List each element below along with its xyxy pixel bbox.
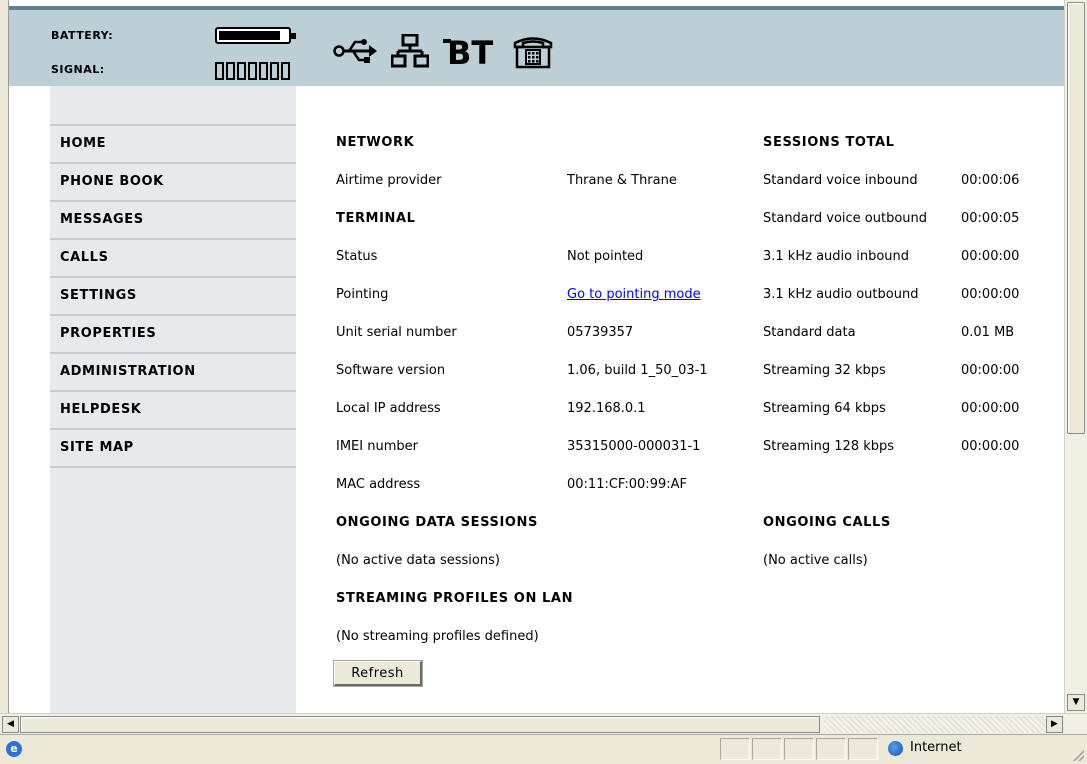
main-nav: HOME PHONE BOOK MESSAGES CALLS SETTINGS … xyxy=(50,124,296,468)
usb-icon xyxy=(333,31,377,71)
local-ip-label: Local IP address xyxy=(336,401,441,416)
horizontal-scroll-track[interactable] xyxy=(824,716,1064,733)
signal-label: SIGNAL: xyxy=(51,63,105,76)
ongoing-data-text: (No active data sessions) xyxy=(336,553,500,568)
serial-number-label: Unit serial number xyxy=(336,325,457,340)
airtime-provider-label: Airtime provider xyxy=(336,173,442,188)
status-pane xyxy=(752,738,782,760)
signal-bar xyxy=(259,62,268,80)
session-label: Streaming 64 kbps xyxy=(763,401,886,416)
session-value: 00:00:00 xyxy=(961,363,1020,378)
connection-icons: BT xyxy=(333,29,553,73)
scroll-left-button[interactable]: ◀ xyxy=(2,716,19,733)
streaming-profiles-text: (No streaming profiles defined) xyxy=(336,629,539,644)
streaming-profiles-heading: STREAMING PROFILES ON LAN xyxy=(336,591,574,606)
window-left-edge xyxy=(0,0,9,713)
bluetooth-text: BT xyxy=(447,34,493,68)
session-value: 00:00:00 xyxy=(961,439,1020,454)
nav-item-phone-book[interactable]: PHONE BOOK xyxy=(50,162,296,200)
mac-address-label: MAC address xyxy=(336,477,421,492)
refresh-button[interactable]: Refresh xyxy=(333,660,423,687)
nav-item-messages[interactable]: MESSAGES xyxy=(50,200,296,238)
sessions-total-heading: SESSIONS TOTAL xyxy=(763,135,895,150)
browser-status-bar: e Internet xyxy=(0,734,1087,764)
nav-item-settings[interactable]: SETTINGS xyxy=(50,276,296,314)
mac-address-value: 00:11:CF:00:99:AF xyxy=(567,477,687,492)
pointing-mode-link[interactable]: Go to pointing mode xyxy=(567,287,701,302)
nav-item-site-map[interactable]: SITE MAP xyxy=(50,428,296,466)
vertical-scrollbar[interactable]: ▼ xyxy=(1064,0,1087,713)
signal-bar xyxy=(248,62,257,80)
scroll-down-button[interactable]: ▼ xyxy=(1067,694,1085,711)
serial-number-value: 05739357 xyxy=(567,325,634,340)
phone-icon xyxy=(513,31,553,71)
scroll-right-button[interactable]: ▶ xyxy=(1046,716,1063,733)
session-label: 3.1 kHz audio outbound xyxy=(763,287,919,302)
bluetooth-icon: BT xyxy=(443,31,499,71)
resize-grip-icon[interactable] xyxy=(1070,747,1084,761)
ongoing-calls-heading: ONGOING CALLS xyxy=(763,515,891,530)
nav-item-helpdesk[interactable]: HELPDESK xyxy=(50,390,296,428)
main-content: NETWORK Airtime provider Thrane & Thrane… xyxy=(296,86,1064,713)
zone-label: Internet xyxy=(910,740,962,755)
session-label: Streaming 32 kbps xyxy=(763,363,886,378)
battery-fill xyxy=(219,31,280,40)
lan-icon xyxy=(391,31,429,71)
status-pane xyxy=(848,738,878,760)
status-pane xyxy=(784,738,814,760)
session-label: Standard voice outbound xyxy=(763,211,928,226)
session-label: Streaming 128 kbps xyxy=(763,439,895,454)
session-label: Standard data xyxy=(763,325,856,340)
battery-terminal xyxy=(291,33,296,39)
vertical-scroll-thumb[interactable] xyxy=(1067,2,1085,434)
internet-zone-icon xyxy=(888,741,903,756)
session-label: Standard voice inbound xyxy=(763,173,918,188)
horizontal-scroll-thumb[interactable] xyxy=(20,716,820,733)
ie-page-icon: e xyxy=(6,741,22,757)
session-label: 3.1 kHz audio inbound xyxy=(763,249,910,264)
nav-divider xyxy=(50,466,296,468)
session-value: 00:00:05 xyxy=(961,211,1020,226)
horizontal-scrollbar[interactable]: ◀ ▶ xyxy=(0,713,1087,734)
signal-indicator xyxy=(215,62,290,82)
airtime-provider-value: Thrane & Thrane xyxy=(567,173,677,188)
page-header: BATTERY: SIGNAL: BT xyxy=(9,6,1064,86)
status-pane xyxy=(720,738,750,760)
network-heading: NETWORK xyxy=(336,135,415,150)
status-value: Not pointed xyxy=(567,249,644,264)
security-zone: Internet xyxy=(882,738,1062,760)
imei-value: 35315000-000031-1 xyxy=(567,439,701,454)
signal-bar xyxy=(237,62,246,80)
signal-bar xyxy=(281,62,290,80)
session-value: 00:00:00 xyxy=(961,401,1020,416)
session-value: 00:00:00 xyxy=(961,287,1020,302)
ongoing-data-heading: ONGOING DATA SESSIONS xyxy=(336,515,538,530)
pointing-label: Pointing xyxy=(336,287,389,302)
status-pane xyxy=(816,738,846,760)
nav-item-administration[interactable]: ADMINISTRATION xyxy=(50,352,296,390)
ongoing-calls-text: (No active calls) xyxy=(763,553,868,568)
session-value: 00:00:00 xyxy=(961,249,1020,264)
battery-label: BATTERY: xyxy=(51,29,114,42)
nav-item-home[interactable]: HOME xyxy=(50,124,296,162)
terminal-heading: TERMINAL xyxy=(336,211,416,226)
battery-indicator xyxy=(215,27,296,44)
signal-bar xyxy=(270,62,279,80)
software-version-value: 1.06, build 1_50_03-1 xyxy=(567,363,708,378)
session-value: 0.01 MB xyxy=(961,325,1015,340)
session-value: 00:00:06 xyxy=(961,173,1020,188)
sidebar: HOME PHONE BOOK MESSAGES CALLS SETTINGS … xyxy=(50,86,296,713)
nav-item-calls[interactable]: CALLS xyxy=(50,238,296,276)
software-version-label: Software version xyxy=(336,363,446,378)
signal-bar xyxy=(226,62,235,80)
local-ip-value: 192.168.0.1 xyxy=(567,401,646,416)
nav-item-properties[interactable]: PROPERTIES xyxy=(50,314,296,352)
signal-bar xyxy=(215,62,224,80)
status-label: Status xyxy=(336,249,378,264)
imei-label: IMEI number xyxy=(336,439,418,454)
